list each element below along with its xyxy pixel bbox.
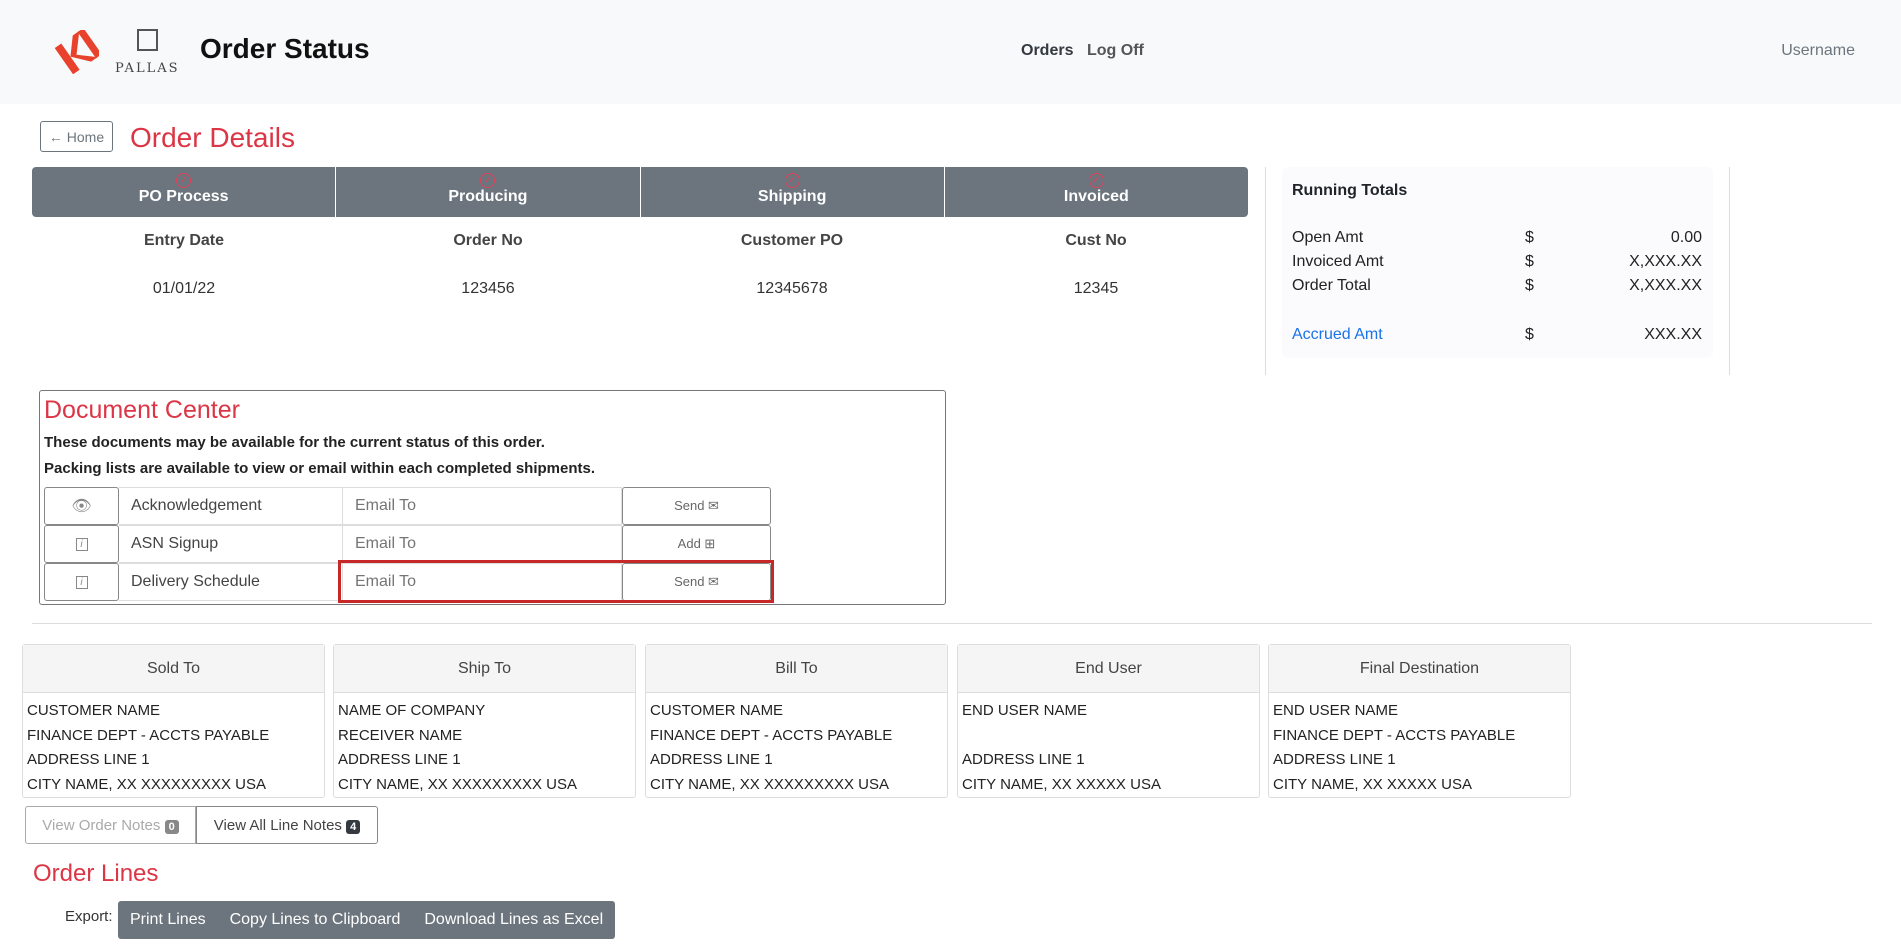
highlight-box <box>338 560 774 603</box>
accrued-amt-link[interactable]: Accrued Amt <box>1292 326 1383 344</box>
address-card-sold-to: Sold ToCUSTOMER NAME FINANCE DEPT - ACCT… <box>22 644 325 798</box>
document-center-title: Document Center <box>44 396 240 425</box>
cust-no-label: Cust No <box>944 230 1248 280</box>
step-invoiced: ✓Invoiced <box>945 167 1248 217</box>
page-title: Order Details <box>130 122 295 154</box>
nav-log-off[interactable]: Log Off <box>1087 42 1144 60</box>
pallas-logo-text: PALLAS <box>115 61 180 76</box>
card-address: CUSTOMER NAME FINANCE DEPT - ACCTS PAYAB… <box>646 693 947 803</box>
order-notes-count: 0 <box>165 820 179 834</box>
nav-orders[interactable]: Orders <box>1021 42 1073 60</box>
doc-name: Delivery Schedule <box>119 563 342 601</box>
address-card-end-user: End UserEND USER NAME ADDRESS LINE 1 CIT… <box>957 644 1260 798</box>
step-label: PO Process <box>32 188 335 206</box>
total-row-invoiced: Invoiced Amt $ X,XXX.XX <box>1292 253 1702 275</box>
info-icon: i <box>76 576 88 589</box>
check-circle-icon: ✓ <box>480 173 495 188</box>
button-label: View Order Notes <box>42 817 160 834</box>
info-button[interactable]: i <box>44 525 119 563</box>
download-excel-button[interactable]: Download Lines as Excel <box>412 901 615 939</box>
eye-icon: 👁 <box>71 496 91 516</box>
order-info: Entry Date Order No Customer PO Cust No … <box>32 230 1248 298</box>
cust-no-value: 12345 <box>944 280 1248 298</box>
step-label: Producing <box>336 188 639 206</box>
currency: $ <box>1525 277 1534 295</box>
step-shipping: ✓Shipping <box>641 167 945 217</box>
total-label: Open Amt <box>1292 229 1363 247</box>
document-center-note: Packing lists are available to view or e… <box>44 460 595 477</box>
view-button[interactable]: 👁 <box>44 487 119 525</box>
order-progress-bar: ✓PO Process ✓Producing ✓Shipping ✓Invoic… <box>32 167 1248 217</box>
email-to-input[interactable] <box>342 487 622 525</box>
card-title: Final Destination <box>1269 645 1570 693</box>
card-address: NAME OF COMPANY RECEIVER NAME ADDRESS LI… <box>334 693 635 803</box>
address-card-bill-to: Bill ToCUSTOMER NAME FINANCE DEPT - ACCT… <box>645 644 948 798</box>
currency: $ <box>1525 229 1534 247</box>
view-all-line-notes-button[interactable]: View All Line Notes 4 <box>196 806 378 844</box>
print-lines-button[interactable]: Print Lines <box>118 901 218 939</box>
card-title: Sold To <box>23 645 324 693</box>
running-totals-title: Running Totals <box>1292 182 1407 200</box>
total-value: XXX.XX <box>1644 326 1702 344</box>
view-order-notes-button[interactable]: View Order Notes 0 <box>25 806 196 844</box>
total-label: Order Total <box>1292 277 1371 295</box>
line-notes-count: 4 <box>346 820 360 834</box>
total-value: X,XXX.XX <box>1629 253 1702 271</box>
add-button[interactable]: Add ⊞ <box>622 525 771 563</box>
check-circle-icon: ✓ <box>785 173 800 188</box>
card-title: Bill To <box>646 645 947 693</box>
total-value: 0.00 <box>1671 229 1702 247</box>
copy-lines-button[interactable]: Copy Lines to Clipboard <box>218 901 413 939</box>
info-button[interactable]: i <box>44 563 119 601</box>
total-row-open: Open Amt $0.00 <box>1292 229 1702 251</box>
app-title: Order Status <box>200 33 370 65</box>
document-center-note: These documents may be available for the… <box>44 434 545 451</box>
address-card-ship-to: Ship ToNAME OF COMPANY RECEIVER NAME ADD… <box>333 644 636 798</box>
doc-name: ASN Signup <box>119 525 342 563</box>
card-title: Ship To <box>334 645 635 693</box>
entry-date-value: 01/01/22 <box>32 280 336 298</box>
pallas-logo-icon <box>137 29 158 51</box>
button-label: View All Line Notes <box>214 817 342 834</box>
check-circle-icon: ✓ <box>1089 173 1104 188</box>
doc-name: Acknowledgement <box>119 487 342 525</box>
total-value: X,XXX.XX <box>1629 277 1702 295</box>
customer-po-label: Customer PO <box>640 230 944 280</box>
order-lines-title: Order Lines <box>33 860 158 888</box>
order-no-value: 123456 <box>336 280 640 298</box>
divider <box>32 623 1872 624</box>
card-address: CUSTOMER NAME FINANCE DEPT - ACCTS PAYAB… <box>23 693 324 803</box>
currency: $ <box>1525 326 1534 344</box>
step-label: Invoiced <box>945 188 1248 206</box>
step-po-process: ✓PO Process <box>32 167 336 217</box>
doc-row-acknowledgement: 👁 Acknowledgement Send ✉ <box>44 487 771 525</box>
currency: $ <box>1525 253 1534 271</box>
doc-row-asn-signup: i ASN Signup Add ⊞ <box>44 525 771 563</box>
total-row-accrued: Accrued Amt $ XXX.XX <box>1292 326 1702 348</box>
card-title: End User <box>958 645 1259 693</box>
email-to-input[interactable] <box>342 525 622 563</box>
step-producing: ✓Producing <box>336 167 640 217</box>
total-label: Invoiced Amt <box>1292 253 1384 271</box>
order-no-label: Order No <box>336 230 640 280</box>
step-label: Shipping <box>641 188 944 206</box>
card-address: END USER NAME FINANCE DEPT - ACCTS PAYAB… <box>1269 693 1570 803</box>
username[interactable]: Username <box>1781 42 1855 60</box>
customer-po-value: 12345678 <box>640 280 944 298</box>
export-button-group: Print Lines Copy Lines to Clipboard Down… <box>118 901 615 939</box>
total-row-order: Order Total $ X,XXX.XX <box>1292 277 1702 299</box>
info-icon: i <box>76 538 88 551</box>
send-button[interactable]: Send ✉ <box>622 487 771 525</box>
ki-logo <box>55 30 99 74</box>
check-circle-icon: ✓ <box>176 173 191 188</box>
address-card-final-destination: Final DestinationEND USER NAME FINANCE D… <box>1268 644 1571 798</box>
entry-date-label: Entry Date <box>32 230 336 280</box>
card-address: END USER NAME ADDRESS LINE 1 CITY NAME, … <box>958 693 1259 803</box>
home-button[interactable]: ← Home <box>40 121 113 152</box>
export-label: Export: <box>65 908 113 925</box>
